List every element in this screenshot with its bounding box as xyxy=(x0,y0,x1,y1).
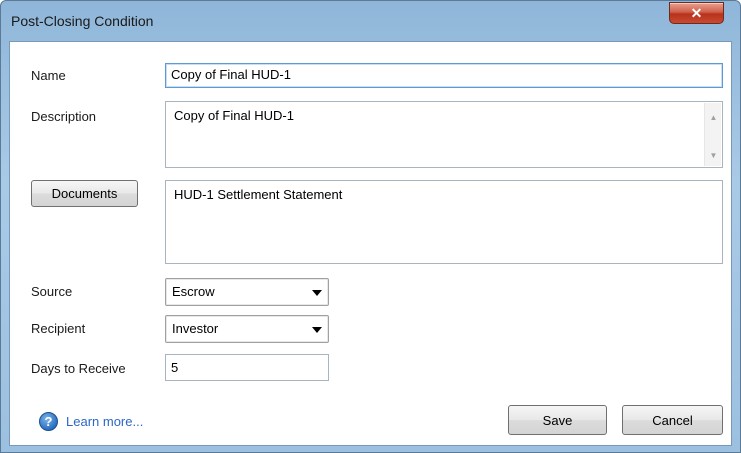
description-field[interactable]: Copy of Final HUD-1 ▲ ▼ xyxy=(165,101,723,168)
help-glyph: ? xyxy=(44,414,53,429)
dialog-window: Post-Closing Condition ✕ Name Copy of Fi… xyxy=(0,0,741,453)
save-button[interactable]: Save xyxy=(508,405,607,435)
window-title: Post-Closing Condition xyxy=(11,13,154,29)
source-select[interactable]: Escrow xyxy=(165,278,329,306)
description-value: Copy of Final HUD-1 xyxy=(174,108,294,123)
recipient-select[interactable]: Investor xyxy=(165,315,329,343)
recipient-value: Investor xyxy=(172,321,219,336)
recipient-label: Recipient xyxy=(31,321,86,336)
save-button-label: Save xyxy=(542,412,573,428)
documents-value: HUD-1 Settlement Statement xyxy=(174,187,343,202)
title-bar[interactable]: Post-Closing Condition ✕ xyxy=(1,1,740,41)
description-scrollbar[interactable]: ▲ ▼ xyxy=(704,103,721,166)
name-label: Name xyxy=(31,68,66,83)
documents-list[interactable]: HUD-1 Settlement Statement xyxy=(165,180,723,264)
description-label: Description xyxy=(31,109,97,124)
scroll-down-icon[interactable]: ▼ xyxy=(705,147,722,164)
name-field[interactable]: Copy of Final HUD-1 xyxy=(165,63,723,88)
scroll-up-icon[interactable]: ▲ xyxy=(705,109,722,126)
name-value: Copy of Final HUD-1 xyxy=(171,67,291,82)
chevron-down-icon xyxy=(312,290,322,296)
dialog-body: Name Copy of Final HUD-1 Description Cop… xyxy=(9,41,732,446)
days-label: Days to Receive xyxy=(31,361,126,376)
chevron-down-icon xyxy=(312,327,322,333)
close-button[interactable]: ✕ xyxy=(669,2,724,24)
documents-button[interactable]: Documents xyxy=(31,180,138,207)
cancel-button-label: Cancel xyxy=(652,412,693,428)
close-icon: ✕ xyxy=(690,4,703,21)
documents-button-label: Documents xyxy=(51,186,118,201)
days-field[interactable]: 5 xyxy=(165,354,329,381)
source-label: Source xyxy=(31,284,73,299)
days-value: 5 xyxy=(171,360,179,375)
help-icon[interactable]: ? xyxy=(39,412,58,431)
learn-more-link[interactable]: Learn more... xyxy=(66,414,143,429)
source-value: Escrow xyxy=(172,284,215,299)
cancel-button[interactable]: Cancel xyxy=(622,405,723,435)
